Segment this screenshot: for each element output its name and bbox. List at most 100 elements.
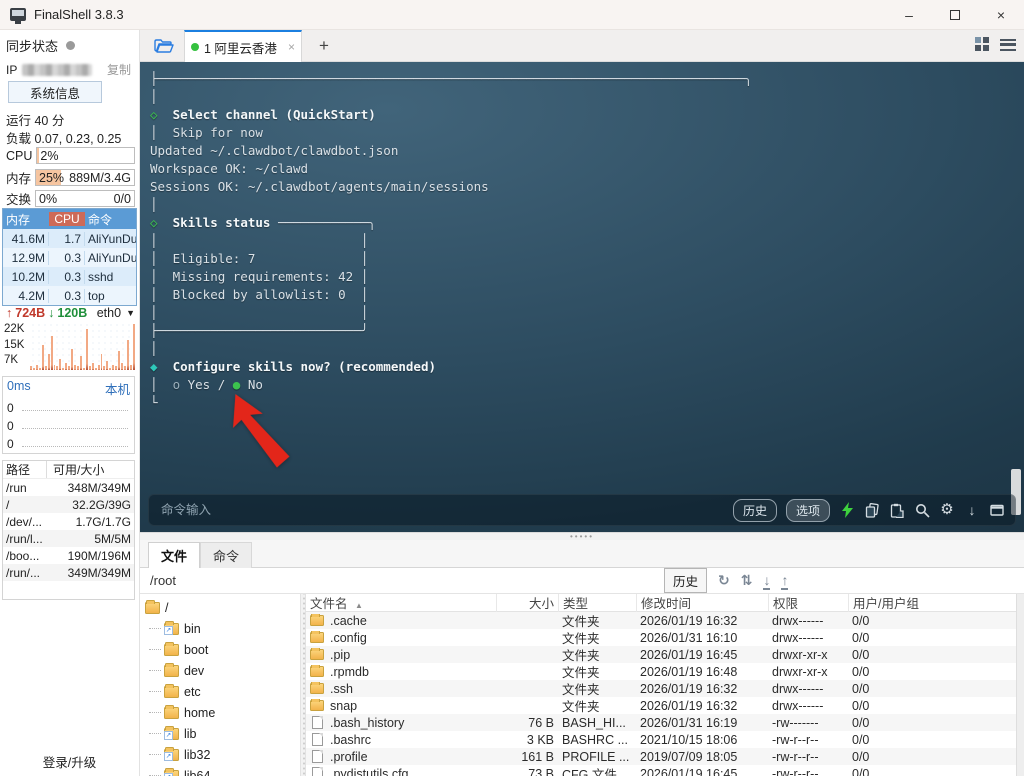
- tab-commands[interactable]: 命令: [200, 542, 252, 569]
- window-icon[interactable]: [989, 502, 1005, 518]
- upload-file-icon[interactable]: ↑: [781, 572, 788, 590]
- disk-col-size[interactable]: 可用/大小: [47, 461, 134, 478]
- col-size[interactable]: 大小: [496, 594, 558, 612]
- tab-files[interactable]: 文件: [148, 542, 200, 569]
- tree-item-lib[interactable]: lib: [140, 723, 300, 744]
- download-icon[interactable]: ↓: [964, 502, 980, 518]
- search-icon[interactable]: [914, 502, 930, 518]
- session-tab[interactable]: 1 阿里云香港 ×: [184, 30, 302, 62]
- file-row[interactable]: .profile161 BPROFILE ...2019/07/09 18:05…: [306, 748, 1024, 765]
- disk-row[interactable]: /run348M/349M: [3, 479, 134, 496]
- maximize-icon: [950, 10, 960, 20]
- sync-status-label: 同步状态: [6, 36, 58, 55]
- disk-size: 348M/349M: [47, 481, 134, 495]
- tree-item-lib32[interactable]: lib32: [140, 744, 300, 765]
- file-name-cell: .config: [306, 631, 496, 645]
- file-size: 76 B: [496, 716, 558, 730]
- disk-path: /run/...: [3, 566, 47, 580]
- file-type: 文件夹: [558, 696, 636, 715]
- file-owner: 0/0: [848, 750, 1024, 764]
- panel-splitter[interactable]: •••••: [140, 532, 1024, 540]
- ping-target-link[interactable]: 本机: [105, 379, 130, 397]
- network-bar: [74, 365, 76, 370]
- col-mtime[interactable]: 修改时间: [636, 594, 768, 612]
- symlink-folder-icon: [164, 728, 179, 740]
- swap-meter: 0% 0/0: [35, 190, 135, 207]
- process-row[interactable]: 4.2M0.3top: [3, 286, 136, 305]
- col-owner[interactable]: 用户/用户组: [848, 594, 1024, 612]
- file-row[interactable]: .rpmdb文件夹2026/01/19 16:48drwxr-xr-x0/0: [306, 663, 1024, 680]
- tab-close-icon[interactable]: ×: [288, 40, 295, 54]
- network-bar: [109, 368, 111, 370]
- network-graph-bars: [30, 322, 135, 370]
- command-input[interactable]: [159, 502, 733, 518]
- tree-item-etc[interactable]: etc: [140, 681, 300, 702]
- file-row[interactable]: .ssh文件夹2026/01/19 16:32drwx------0/0: [306, 680, 1024, 697]
- process-row[interactable]: 41.6M1.7AliYunDu: [3, 229, 136, 248]
- file-table-scrollbar[interactable]: [1016, 594, 1024, 776]
- paste-icon[interactable]: [889, 502, 905, 518]
- download-file-icon[interactable]: ↓: [763, 572, 770, 590]
- new-tab-button[interactable]: +: [312, 34, 336, 58]
- file-row[interactable]: .pydistutils.cfg73 BCFG 文件2026/01/19 16:…: [306, 765, 1024, 776]
- ping-value: 0: [7, 419, 14, 433]
- process-cpu: 1.7: [49, 232, 85, 246]
- file-row[interactable]: snap文件夹2026/01/19 16:32drwx------0/0: [306, 697, 1024, 714]
- tree-item-boot[interactable]: boot: [140, 639, 300, 660]
- interface-select[interactable]: eth0: [97, 306, 121, 320]
- open-connections-button[interactable]: [148, 33, 180, 59]
- col-type[interactable]: 类型: [558, 594, 636, 612]
- tree-item-home[interactable]: home: [140, 702, 300, 723]
- menu-icon[interactable]: [1000, 39, 1016, 51]
- cpu-value: 2%: [40, 149, 58, 163]
- maximize-button[interactable]: [932, 0, 978, 30]
- copy-icon[interactable]: [864, 502, 880, 518]
- tree-item-lib64[interactable]: lib64: [140, 765, 300, 776]
- process-col-mem[interactable]: 内存: [3, 211, 49, 228]
- file-row[interactable]: .cache文件夹2026/01/19 16:32drwx------0/0: [306, 612, 1024, 629]
- file-row[interactable]: .config文件夹2026/01/31 16:10drwx------0/0: [306, 629, 1024, 646]
- terminal[interactable]: ├───────────────────────────────────────…: [140, 62, 1024, 532]
- path-bar: /root 历史 ↻ ⇅ ↓ ↑: [140, 568, 1024, 594]
- system-info-button[interactable]: 系统信息: [8, 81, 102, 103]
- refresh-icon[interactable]: ↻: [718, 572, 730, 589]
- options-button[interactable]: 选项: [786, 499, 830, 522]
- terminal-line: Workspace OK: ~/clawd: [150, 160, 1020, 178]
- file-row[interactable]: .bashrc3 KBBASHRC ...2021/10/15 18:06-rw…: [306, 731, 1024, 748]
- copy-ip-button[interactable]: 复制: [107, 61, 131, 78]
- network-bar: [83, 368, 85, 370]
- process-row[interactable]: 10.2M0.3sshd: [3, 267, 136, 286]
- tree-item-root[interactable]: /: [140, 597, 300, 618]
- file-row[interactable]: .bash_history76 BBASH_HI...2026/01/31 16…: [306, 714, 1024, 731]
- path-history-button[interactable]: 历史: [664, 568, 707, 593]
- close-button[interactable]: ×: [978, 0, 1024, 30]
- disk-row[interactable]: /dev/...1.7G/1.7G: [3, 513, 134, 530]
- process-col-cpu[interactable]: CPU: [49, 212, 85, 226]
- minimize-button[interactable]: –: [886, 0, 932, 30]
- disk-row[interactable]: /run/...349M/349M: [3, 564, 134, 581]
- process-col-cmd[interactable]: 命令: [85, 211, 136, 228]
- gear-icon[interactable]: ⚙: [939, 502, 955, 518]
- col-filename[interactable]: 文件名 ▲: [306, 594, 496, 612]
- file-row[interactable]: .pip文件夹2026/01/19 16:45drwxr-xr-x0/0: [306, 646, 1024, 663]
- interface-caret-icon[interactable]: ▼: [126, 308, 135, 318]
- disk-row[interactable]: /32.2G/39G: [3, 496, 134, 513]
- lightning-icon[interactable]: [839, 502, 855, 518]
- disk-row[interactable]: /run/l...5M/5M: [3, 530, 134, 547]
- disk-row[interactable]: /boo...190M/196M: [3, 547, 134, 564]
- file-mtime: 2026/01/19 16:45: [636, 648, 768, 662]
- tree-item-dev[interactable]: dev: [140, 660, 300, 681]
- file-size: 161 B: [496, 750, 558, 764]
- network-bar: [56, 366, 58, 370]
- ping-sparkline: [22, 410, 128, 411]
- history-button[interactable]: 历史: [733, 499, 777, 522]
- transfer-icon[interactable]: ⇅: [741, 572, 753, 589]
- login-upgrade-link[interactable]: 登录/升级: [0, 752, 139, 771]
- tree-item-bin[interactable]: bin: [140, 618, 300, 639]
- folder-icon: [310, 700, 324, 711]
- col-perm[interactable]: 权限: [768, 594, 848, 612]
- disk-col-path[interactable]: 路径: [3, 461, 47, 478]
- process-row[interactable]: 12.9M0.3AliYunDu: [3, 248, 136, 267]
- layout-grid-icon[interactable]: [975, 37, 990, 52]
- current-path-input[interactable]: /root: [150, 573, 176, 588]
